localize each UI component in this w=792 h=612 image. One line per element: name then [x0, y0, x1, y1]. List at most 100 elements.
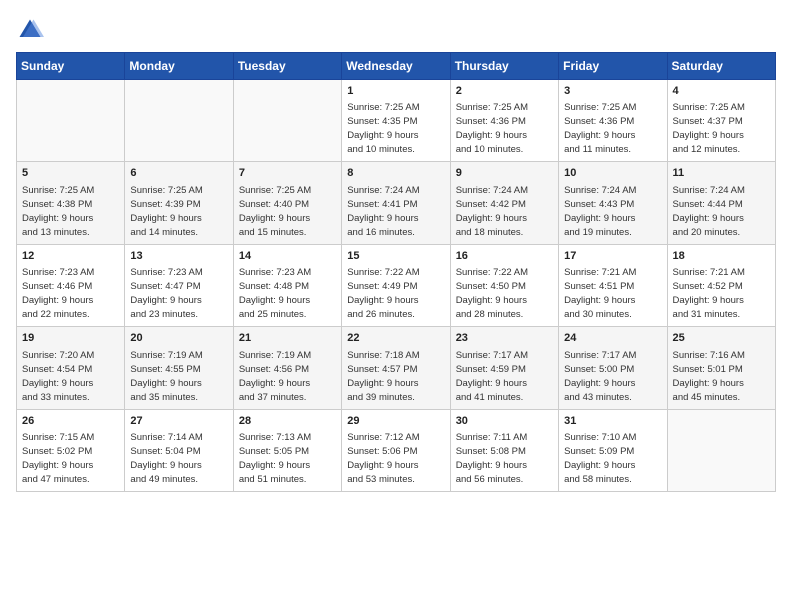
- calendar-cell: 11 Sunrise: 7:24 AM Sunset: 4:44 PM Dayli…: [667, 162, 775, 244]
- day-number: 24: [564, 331, 661, 346]
- day-number: 11: [673, 166, 770, 181]
- day-info: Sunrise: 7:12 AM Sunset: 5:06 PM Dayligh…: [347, 432, 419, 485]
- day-info: Sunrise: 7:21 AM Sunset: 4:51 PM Dayligh…: [564, 267, 636, 320]
- day-info: Sunrise: 7:20 AM Sunset: 4:54 PM Dayligh…: [22, 350, 94, 403]
- calendar-week-2: 5 Sunrise: 7:25 AM Sunset: 4:38 PM Daylig…: [17, 162, 776, 244]
- calendar-cell: 6 Sunrise: 7:25 AM Sunset: 4:39 PM Daylig…: [125, 162, 233, 244]
- day-number: 14: [239, 249, 336, 264]
- calendar-cell: 29 Sunrise: 7:12 AM Sunset: 5:06 PM Dayli…: [342, 409, 450, 491]
- day-info: Sunrise: 7:19 AM Sunset: 4:55 PM Dayligh…: [130, 350, 202, 403]
- day-number: 23: [456, 331, 553, 346]
- day-number: 13: [130, 249, 227, 264]
- day-info: Sunrise: 7:24 AM Sunset: 4:42 PM Dayligh…: [456, 185, 528, 238]
- calendar-cell: 27Sunrise: 7:14 AM Sunset: 5:04 PM Dayli…: [125, 409, 233, 491]
- calendar-cell: 19 Sunrise: 7:20 AM Sunset: 4:54 PM Dayli…: [17, 327, 125, 409]
- calendar-cell: 12 Sunrise: 7:23 AM Sunset: 4:46 PM Dayli…: [17, 244, 125, 326]
- calendar-cell: [233, 80, 341, 162]
- day-number: 1: [347, 84, 444, 99]
- day-number: 20: [130, 331, 227, 346]
- calendar-cell: 15 Sunrise: 7:22 AM Sunset: 4:49 PM Dayli…: [342, 244, 450, 326]
- day-info: Sunrise: 7:21 AM Sunset: 4:52 PM Dayligh…: [673, 267, 745, 320]
- day-info: Sunrise: 7:17 AM Sunset: 5:00 PM Dayligh…: [564, 350, 636, 403]
- day-info: Sunrise: 7:24 AM Sunset: 4:43 PM Dayligh…: [564, 185, 636, 238]
- calendar-cell: 1 Sunrise: 7:25 AM Sunset: 4:35 PM Daylig…: [342, 80, 450, 162]
- weekday-header-monday: Monday: [125, 53, 233, 80]
- day-number: 2: [456, 84, 553, 99]
- calendar-cell: 7 Sunrise: 7:25 AM Sunset: 4:40 PM Daylig…: [233, 162, 341, 244]
- day-info: Sunrise: 7:11 AM Sunset: 5:08 PM Dayligh…: [456, 432, 528, 485]
- calendar-cell: [667, 409, 775, 491]
- calendar-cell: [17, 80, 125, 162]
- calendar-cell: 30 Sunrise: 7:11 AM Sunset: 5:08 PM Dayli…: [450, 409, 558, 491]
- day-number: 12: [22, 249, 119, 264]
- day-number: 21: [239, 331, 336, 346]
- logo-icon: [16, 16, 44, 44]
- calendar-cell: 2 Sunrise: 7:25 AM Sunset: 4:36 PM Daylig…: [450, 80, 558, 162]
- day-number: 8: [347, 166, 444, 181]
- calendar-cell: 31Sunrise: 7:10 AM Sunset: 5:09 PM Dayli…: [559, 409, 667, 491]
- calendar-cell: 13 Sunrise: 7:23 AM Sunset: 4:47 PM Dayli…: [125, 244, 233, 326]
- calendar-cell: 18 Sunrise: 7:21 AM Sunset: 4:52 PM Dayli…: [667, 244, 775, 326]
- calendar-cell: 14 Sunrise: 7:23 AM Sunset: 4:48 PM Dayli…: [233, 244, 341, 326]
- weekday-header-tuesday: Tuesday: [233, 53, 341, 80]
- day-info: Sunrise: 7:17 AM Sunset: 4:59 PM Dayligh…: [456, 350, 528, 403]
- day-info: Sunrise: 7:22 AM Sunset: 4:50 PM Dayligh…: [456, 267, 528, 320]
- calendar-cell: 20 Sunrise: 7:19 AM Sunset: 4:55 PM Dayli…: [125, 327, 233, 409]
- weekday-header-thursday: Thursday: [450, 53, 558, 80]
- calendar-cell: 16 Sunrise: 7:22 AM Sunset: 4:50 PM Dayli…: [450, 244, 558, 326]
- day-info: Sunrise: 7:23 AM Sunset: 4:46 PM Dayligh…: [22, 267, 94, 320]
- page-header: [16, 16, 776, 44]
- calendar-cell: 26Sunrise: 7:15 AM Sunset: 5:02 PM Dayli…: [17, 409, 125, 491]
- calendar-cell: 24 Sunrise: 7:17 AM Sunset: 5:00 PM Dayli…: [559, 327, 667, 409]
- day-number: 5: [22, 166, 119, 181]
- day-number: 9: [456, 166, 553, 181]
- calendar-cell: 28Sunrise: 7:13 AM Sunset: 5:05 PM Dayli…: [233, 409, 341, 491]
- day-info: Sunrise: 7:25 AM Sunset: 4:36 PM Dayligh…: [456, 102, 528, 155]
- day-info: Sunrise: 7:10 AM Sunset: 5:09 PM Dayligh…: [564, 432, 636, 485]
- calendar-cell: 4 Sunrise: 7:25 AM Sunset: 4:37 PM Daylig…: [667, 80, 775, 162]
- day-number: 22: [347, 331, 444, 346]
- day-info: Sunrise: 7:25 AM Sunset: 4:36 PM Dayligh…: [564, 102, 636, 155]
- day-info: Sunrise: 7:23 AM Sunset: 4:48 PM Dayligh…: [239, 267, 311, 320]
- logo: [16, 16, 48, 44]
- weekday-header-saturday: Saturday: [667, 53, 775, 80]
- calendar-header-row: SundayMondayTuesdayWednesdayThursdayFrid…: [17, 53, 776, 80]
- day-number: 29: [347, 414, 444, 429]
- day-info: Sunrise: 7:23 AM Sunset: 4:47 PM Dayligh…: [130, 267, 202, 320]
- day-info: Sunrise: 7:25 AM Sunset: 4:40 PM Dayligh…: [239, 185, 311, 238]
- calendar-cell: 23 Sunrise: 7:17 AM Sunset: 4:59 PM Dayli…: [450, 327, 558, 409]
- calendar-cell: [125, 80, 233, 162]
- calendar-cell: 3Sunrise: 7:25 AM Sunset: 4:36 PM Daylig…: [559, 80, 667, 162]
- calendar-week-3: 12 Sunrise: 7:23 AM Sunset: 4:46 PM Dayli…: [17, 244, 776, 326]
- calendar-week-4: 19 Sunrise: 7:20 AM Sunset: 4:54 PM Dayli…: [17, 327, 776, 409]
- weekday-header-wednesday: Wednesday: [342, 53, 450, 80]
- day-number: 30: [456, 414, 553, 429]
- day-info: Sunrise: 7:16 AM Sunset: 5:01 PM Dayligh…: [673, 350, 745, 403]
- day-info: Sunrise: 7:22 AM Sunset: 4:49 PM Dayligh…: [347, 267, 419, 320]
- day-number: 15: [347, 249, 444, 264]
- day-info: Sunrise: 7:14 AM Sunset: 5:04 PM Dayligh…: [130, 432, 202, 485]
- calendar-cell: 10Sunrise: 7:24 AM Sunset: 4:43 PM Dayli…: [559, 162, 667, 244]
- day-number: 18: [673, 249, 770, 264]
- day-number: 4: [673, 84, 770, 99]
- day-info: Sunrise: 7:25 AM Sunset: 4:37 PM Dayligh…: [673, 102, 745, 155]
- day-number: 25: [673, 331, 770, 346]
- day-number: 6: [130, 166, 227, 181]
- day-info: Sunrise: 7:25 AM Sunset: 4:35 PM Dayligh…: [347, 102, 419, 155]
- calendar-cell: 17Sunrise: 7:21 AM Sunset: 4:51 PM Dayli…: [559, 244, 667, 326]
- calendar-week-1: 1 Sunrise: 7:25 AM Sunset: 4:35 PM Daylig…: [17, 80, 776, 162]
- day-number: 16: [456, 249, 553, 264]
- day-number: 28: [239, 414, 336, 429]
- calendar-cell: 25 Sunrise: 7:16 AM Sunset: 5:01 PM Dayli…: [667, 327, 775, 409]
- day-info: Sunrise: 7:24 AM Sunset: 4:44 PM Dayligh…: [673, 185, 745, 238]
- day-info: Sunrise: 7:19 AM Sunset: 4:56 PM Dayligh…: [239, 350, 311, 403]
- day-number: 19: [22, 331, 119, 346]
- day-info: Sunrise: 7:15 AM Sunset: 5:02 PM Dayligh…: [22, 432, 94, 485]
- calendar-cell: 9 Sunrise: 7:24 AM Sunset: 4:42 PM Daylig…: [450, 162, 558, 244]
- day-info: Sunrise: 7:25 AM Sunset: 4:39 PM Dayligh…: [130, 185, 202, 238]
- calendar-cell: 8Sunrise: 7:24 AM Sunset: 4:41 PM Daylig…: [342, 162, 450, 244]
- weekday-header-sunday: Sunday: [17, 53, 125, 80]
- calendar-cell: 5 Sunrise: 7:25 AM Sunset: 4:38 PM Daylig…: [17, 162, 125, 244]
- day-number: 7: [239, 166, 336, 181]
- day-info: Sunrise: 7:25 AM Sunset: 4:38 PM Dayligh…: [22, 185, 94, 238]
